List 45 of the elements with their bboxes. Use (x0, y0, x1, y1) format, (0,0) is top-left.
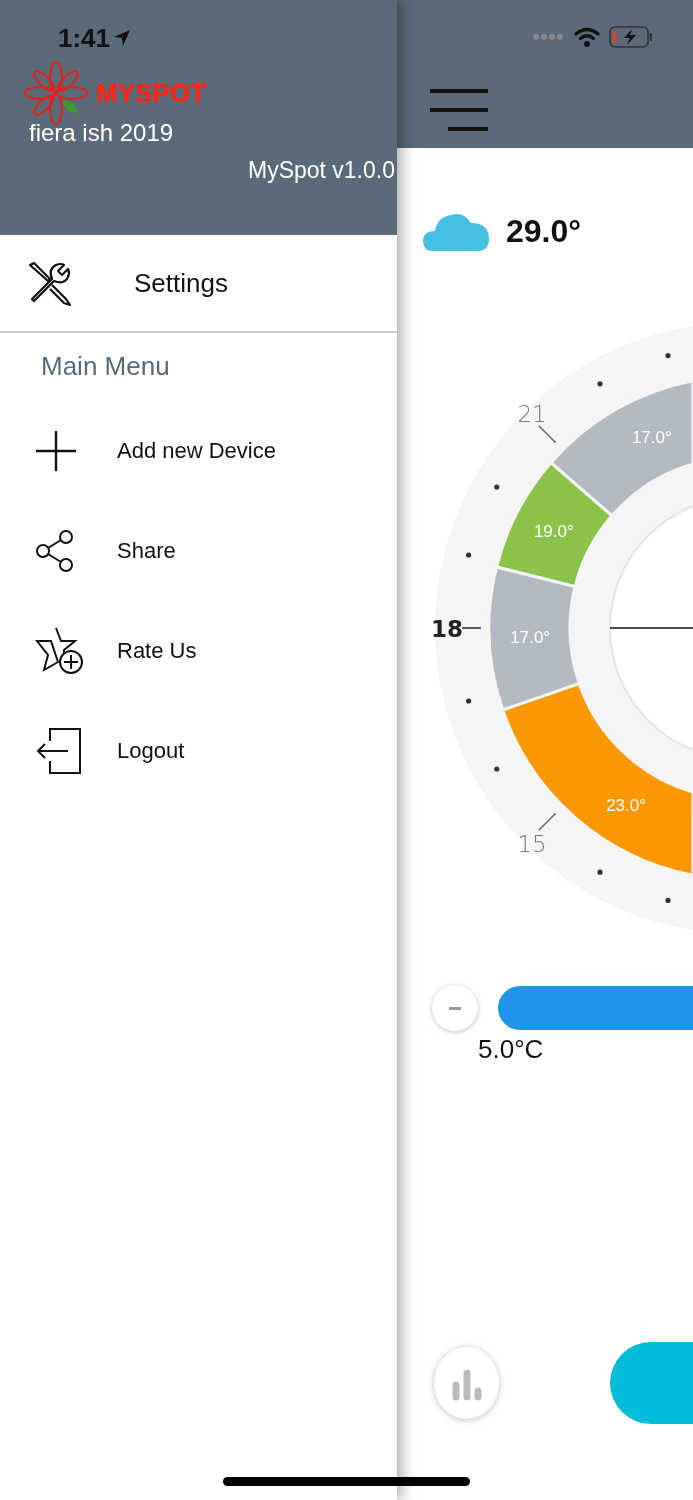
cell-signal-icon (533, 33, 565, 41)
segment-temperature: 17.0° (510, 628, 551, 648)
event-name: fiera ish 2019 (28, 119, 175, 147)
hour-tick (461, 627, 482, 629)
hour-tick (537, 424, 557, 444)
segment-temperature: 17.0° (631, 427, 672, 447)
flower-logo-icon (24, 61, 88, 125)
hour-dot (466, 698, 472, 704)
outdoor-temperature: 29.0° (506, 212, 582, 250)
segment-temperature: 23.0° (606, 795, 647, 815)
hour-dot (466, 552, 472, 558)
hour-label: 18 (431, 616, 463, 642)
menu-item[interactable]: Share (0, 501, 397, 601)
menu-item[interactable]: Add new Device (0, 401, 397, 501)
hour-dot (494, 766, 500, 772)
chart-button[interactable] (434, 1347, 500, 1419)
battery-charging-icon (609, 26, 653, 48)
slider-track[interactable] (498, 986, 693, 1030)
hour-label: 21 (517, 401, 547, 428)
hour-dot (597, 381, 603, 387)
menu-icon[interactable] (430, 88, 490, 132)
hour-dot (597, 869, 603, 875)
logout-icon (34, 727, 82, 775)
hour-dot (665, 897, 671, 903)
wifi-icon (573, 26, 601, 48)
hour-tick (537, 812, 557, 832)
decrease-button[interactable] (432, 985, 478, 1031)
cloud-icon (423, 211, 489, 251)
menu-item[interactable]: Logout (0, 701, 397, 801)
menu-item[interactable]: Rate Us (0, 601, 397, 701)
app-version: MySpot v1.0.0 (246, 157, 396, 184)
location-arrow-icon (112, 28, 133, 48)
hour-label: 15 (517, 830, 547, 857)
plus-icon (34, 429, 78, 473)
hour-dot (494, 484, 500, 490)
tools-icon (26, 259, 74, 307)
star-plus-icon (34, 626, 84, 676)
schedule-segment[interactable] (501, 682, 693, 877)
settings-item[interactable]: Settings (0, 235, 397, 333)
brand-name: MYSPOT (96, 77, 206, 109)
status-time: 1:41 (58, 22, 111, 54)
hour-dot (665, 353, 671, 359)
segment-temperature: 19.0° (533, 521, 574, 541)
minimum-temperature: 5.0°C (477, 1034, 545, 1065)
section-heading: Main Menu (40, 350, 171, 383)
